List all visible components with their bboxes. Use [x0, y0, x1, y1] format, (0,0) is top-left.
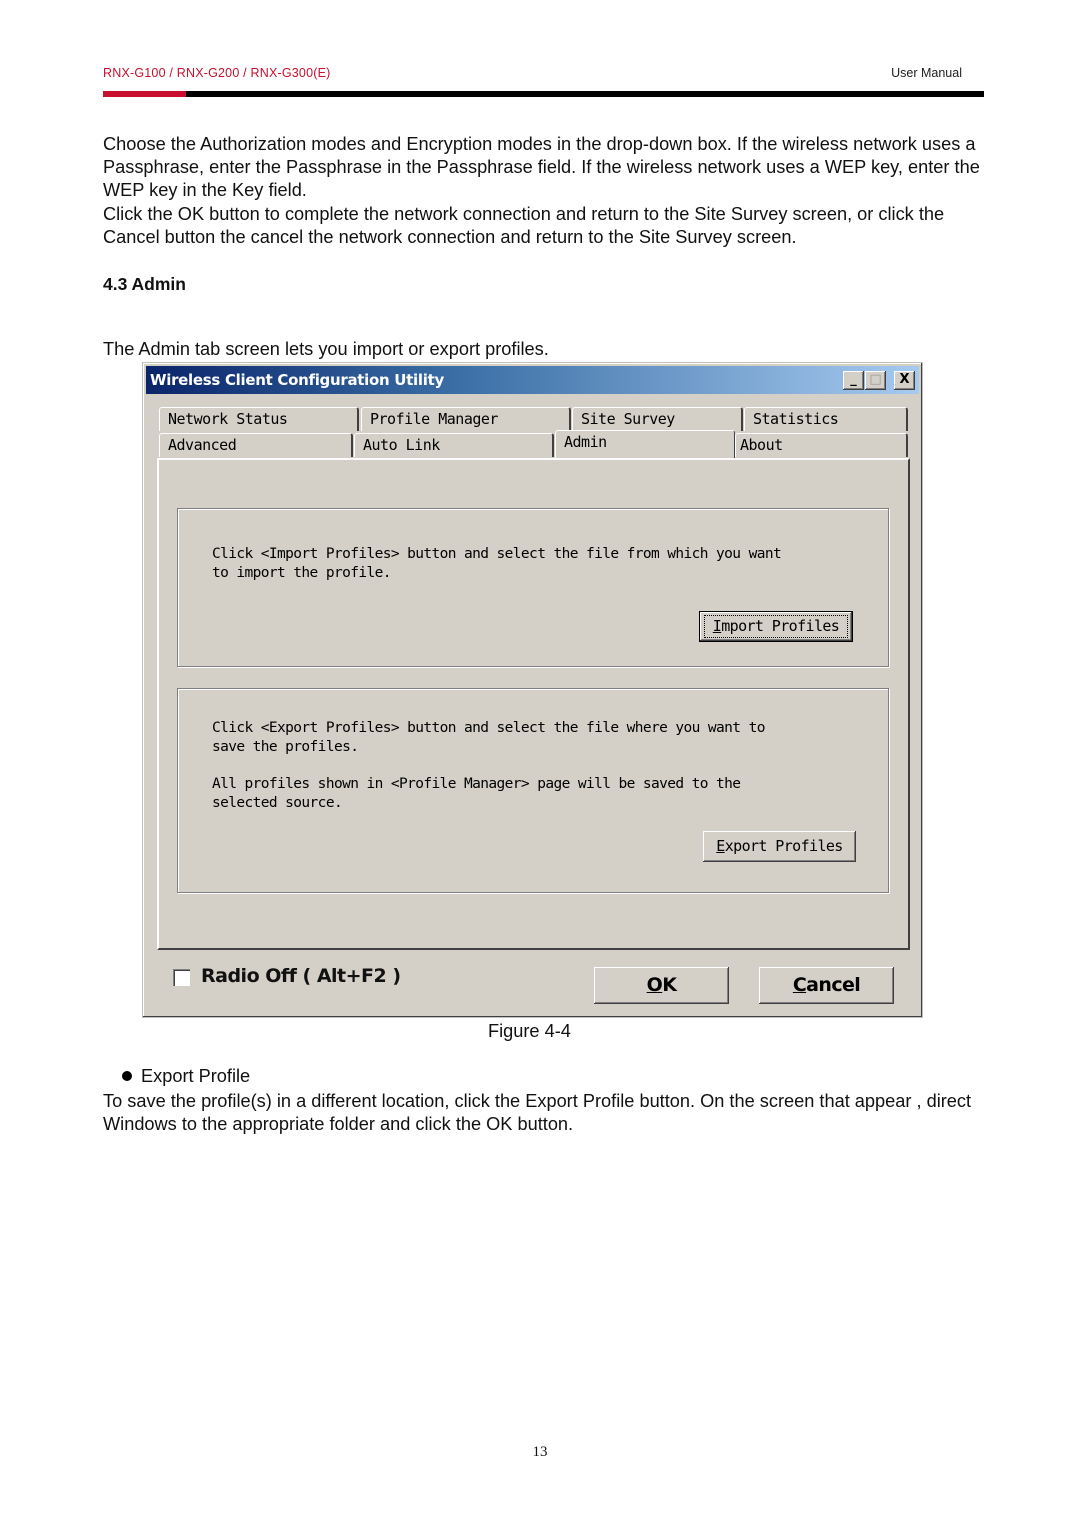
close-icon: X [899, 372, 910, 387]
export-instructions: Click <Export Profiles> button and selec… [212, 720, 765, 755]
export-group: Click <Export Profiles> button and selec… [177, 688, 889, 893]
tab-label: Statistics [753, 410, 839, 428]
button-label: xport Profiles [724, 837, 844, 855]
accelerator-key: C [792, 974, 807, 996]
close-button[interactable]: X [894, 371, 915, 390]
import-instructions: Click <Import Profiles> button and selec… [212, 546, 782, 581]
header-doc-type: User Manual [891, 66, 962, 80]
button-label: K [662, 974, 677, 996]
focus-rectangle [704, 615, 848, 638]
utility-window: Wireless Client Configuration Utility _ … [142, 362, 923, 1018]
intro-paragraph-2: Click the OK button to complete the netw… [103, 204, 945, 248]
tab-label: Profile Manager [370, 410, 498, 428]
header-rule-accent [103, 91, 186, 97]
header-rule [103, 91, 984, 97]
maximize-icon: □ [869, 372, 882, 387]
bullet-item: Export Profile [141, 1066, 251, 1086]
tab-about[interactable]: About [735, 433, 908, 457]
radio-off-checkbox[interactable] [173, 969, 190, 986]
tab-profile-manager[interactable]: Profile Manager [361, 407, 571, 431]
tab-advanced[interactable]: Advanced [159, 433, 353, 457]
tab-site-survey[interactable]: Site Survey [572, 407, 743, 431]
import-profiles-button[interactable]: Import Profiles [699, 611, 853, 642]
header-models: RNX-G100 / RNX-G200 / RNX-G300(E) [103, 66, 331, 80]
minimize-button[interactable]: _ [843, 371, 864, 390]
tab-label: Site Survey [581, 410, 675, 428]
ok-button[interactable]: OK [594, 967, 729, 1004]
tab-admin[interactable]: Admin [555, 430, 735, 458]
tab-label: About [740, 436, 783, 454]
page-number: 13 [532, 1444, 548, 1460]
admin-tab-panel: Click <Import Profiles> button and selec… [157, 458, 910, 950]
tab-label: Admin [564, 433, 607, 451]
minimize-icon: _ [850, 372, 857, 387]
button-label: ancel [806, 974, 861, 996]
accelerator-key: E [716, 837, 725, 855]
tab-auto-link[interactable]: Auto Link [354, 433, 554, 457]
section-lead: The Admin tab screen lets you import or … [103, 339, 549, 359]
title-bar: Wireless Client Configuration Utility _ … [146, 366, 919, 394]
export-note: All profiles shown in <Profile Manager> … [212, 776, 741, 811]
maximize-button[interactable]: □ [865, 371, 886, 390]
accelerator-key: O [646, 974, 663, 996]
tab-label: Network Status [168, 410, 288, 428]
cancel-button[interactable]: Cancel [759, 967, 894, 1004]
bullet-icon [122, 1071, 132, 1081]
figure-caption: Figure 4-4 [488, 1021, 571, 1041]
radio-off-label: Radio Off ( Alt+F2 ) [201, 965, 401, 987]
window-title: Wireless Client Configuration Utility [150, 371, 444, 389]
intro-paragraph-1: Choose the Authorization modes and Encry… [103, 134, 980, 201]
export-profiles-button[interactable]: Export Profiles [703, 831, 856, 862]
import-group: Click <Import Profiles> button and selec… [177, 508, 889, 667]
tab-statistics[interactable]: Statistics [744, 407, 908, 431]
tab-label: Advanced [168, 436, 237, 454]
tab-label: Auto Link [363, 436, 440, 454]
closing-paragraph: To save the profile(s) in a different lo… [103, 1091, 972, 1135]
section-heading: 4.3 Admin [103, 274, 186, 294]
tab-network-status[interactable]: Network Status [159, 407, 359, 431]
